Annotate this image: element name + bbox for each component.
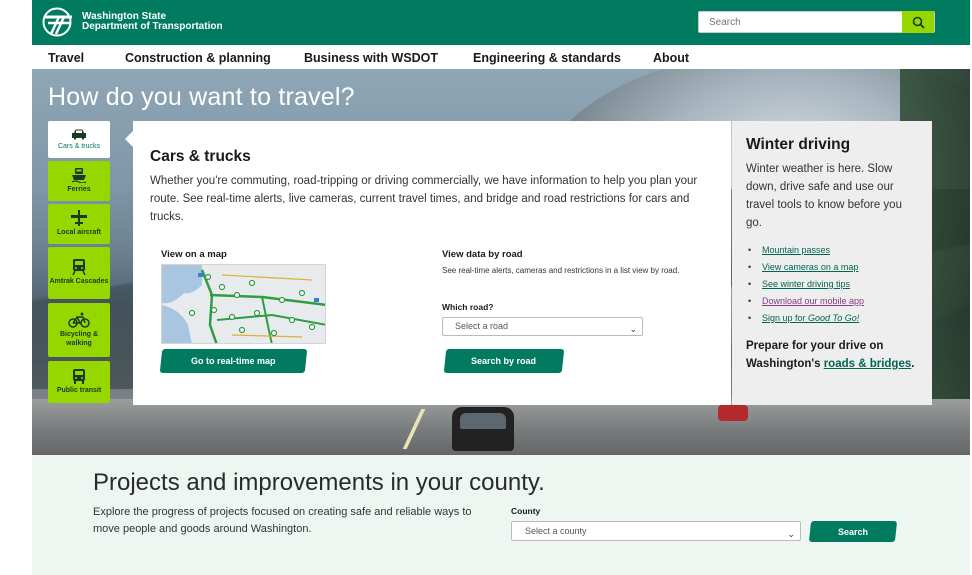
site-search — [698, 11, 935, 33]
ferry-icon — [71, 168, 87, 184]
road-select[interactable]: Select a road ⌄ — [442, 317, 643, 336]
map-thumbnail-graphic — [162, 265, 325, 343]
hero-red-car-image — [718, 405, 748, 421]
mode-tab-label: Cars & trucks — [57, 142, 100, 150]
agency-name[interactable]: Washington State Department of Transport… — [82, 12, 223, 32]
bus-icon — [73, 368, 85, 384]
search-by-road-button-label: Search by road — [471, 356, 537, 366]
nav-item-about[interactable]: About — [653, 51, 689, 65]
hero-section: How do you want to travel? Cars & trucks… — [32, 69, 970, 455]
winter-tips-link[interactable]: See winter driving tips — [762, 279, 850, 289]
winter-title: Winter driving — [746, 136, 851, 153]
real-time-map-button[interactable]: Go to real-time map — [159, 349, 308, 373]
mode-tab-label: Amtrak Cascades — [49, 278, 109, 286]
mountain-passes-link[interactable]: Mountain passes — [762, 245, 830, 255]
projects-section: Projects and improvements in your county… — [32, 455, 970, 575]
county-search-button-label: Search — [837, 526, 869, 537]
nav-item-construction-planning[interactable]: Construction & planning — [125, 51, 271, 65]
good-to-go-prefix: Sign up for — [762, 313, 809, 323]
county-label: County — [511, 506, 541, 516]
active-tab-pointer — [125, 131, 133, 147]
list-item: Mountain passes — [746, 242, 918, 259]
winter-text: Winter weather is here. Slow down, drive… — [746, 163, 902, 229]
roads-bridges-link[interactable]: roads & bridges — [824, 358, 912, 370]
train-icon — [72, 259, 86, 276]
view-cameras-link[interactable]: View cameras on a map — [762, 262, 858, 272]
agency-name-line2: Department of Transportation — [82, 21, 223, 32]
mode-tab-label: Bicycling & walking — [59, 331, 99, 347]
mode-tab-label: Ferries — [67, 186, 91, 194]
map-thumbnail[interactable] — [161, 264, 326, 344]
list-item: See winter driving tips — [746, 276, 918, 293]
hero-car-image — [452, 407, 514, 451]
site-header: Washington State Department of Transport… — [32, 0, 970, 45]
county-select[interactable]: Select a county ⌄ — [511, 521, 801, 541]
wsdot-logo-icon[interactable] — [42, 7, 76, 37]
search-icon — [912, 16, 925, 29]
data-heading: View data by road — [442, 249, 523, 260]
hero-title: How do you want to travel? — [48, 83, 355, 111]
real-time-map-button-label: Go to real-time map — [191, 356, 276, 366]
airplane-icon — [71, 210, 87, 227]
county-select-value: Select a county — [525, 526, 587, 536]
which-road-label: Which road? — [442, 302, 494, 312]
road-select-value: Select a road — [455, 321, 509, 331]
search-input[interactable] — [699, 12, 904, 32]
car-icon — [72, 129, 86, 140]
mode-tab-bicycling-walking[interactable]: Bicycling & walking — [48, 303, 110, 357]
good-to-go-link[interactable]: Sign up for Good To Go! — [762, 313, 859, 323]
mode-tab-label: Local aircraft — [57, 229, 101, 237]
projects-title: Projects and improvements in your county… — [93, 469, 545, 496]
projects-description: Explore the progress of projects focused… — [93, 506, 472, 535]
map-heading: View on a map — [161, 249, 227, 260]
good-to-go-name: Good To Go! — [808, 313, 860, 323]
mode-tab-label: Public transit — [56, 386, 102, 394]
bicycle-icon — [68, 312, 90, 328]
data-description: See real-time alerts, cameras and restri… — [442, 266, 680, 275]
mode-tab-local-aircraft[interactable]: Local aircraft — [48, 204, 110, 244]
panel-description: Whether you're commuting, road-tripping … — [150, 175, 698, 223]
nav-item-engineering-standards[interactable]: Engineering & standards — [473, 51, 621, 65]
mode-tab-public-transit[interactable]: Public transit — [48, 361, 110, 403]
chevron-down-icon: ⌄ — [787, 529, 795, 539]
travel-mode-panel: Cars & trucks Whether you're commuting, … — [133, 121, 731, 405]
prepare-text-end: . — [911, 358, 915, 370]
list-item: Sign up for Good To Go! — [746, 310, 918, 327]
nav-item-business-with-wsdot[interactable]: Business with WSDOT — [304, 51, 438, 65]
nav-item-travel[interactable]: Travel — [48, 51, 84, 65]
search-button[interactable] — [902, 11, 934, 33]
panel-title: Cars & trucks — [150, 148, 251, 165]
list-item: View cameras on a map — [746, 259, 918, 276]
search-by-road-button[interactable]: Search by road — [443, 349, 565, 373]
main-navigation: Travel Construction & planning Business … — [32, 45, 970, 69]
mode-tab-amtrak-cascades[interactable]: Amtrak Cascades — [48, 247, 110, 299]
county-search-button[interactable]: Search — [808, 521, 898, 542]
winter-links: Mountain passes View cameras on a map Se… — [746, 242, 918, 327]
chevron-down-icon: ⌄ — [629, 324, 637, 334]
mode-tab-cars-trucks[interactable]: Cars & trucks — [48, 121, 110, 158]
mobile-app-link[interactable]: Download our mobile app — [762, 296, 864, 306]
mode-tab-ferries[interactable]: Ferries — [48, 161, 110, 201]
winter-driving-panel: Winter driving Winter weather is here. S… — [732, 121, 932, 405]
list-item: Download our mobile app — [746, 293, 918, 310]
prepare-text: Prepare for your drive on Washington's r… — [746, 337, 918, 373]
